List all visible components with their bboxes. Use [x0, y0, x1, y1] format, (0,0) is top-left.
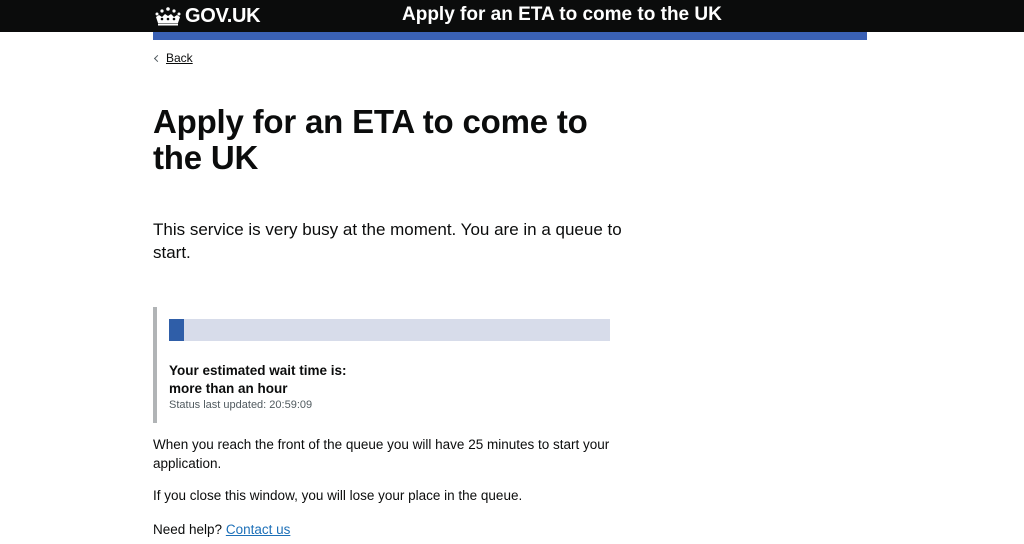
crown-icon — [155, 7, 181, 26]
site-header: GOV.UK Apply for an ETA to come to the U… — [0, 0, 1024, 32]
status-updated: Status last updated: 20:59:09 — [169, 398, 312, 412]
need-help-text: Need help? — [153, 522, 223, 537]
lead-paragraph: This service is very busy at the moment.… — [153, 220, 622, 262]
status-updated-time: 20:59:09 — [269, 399, 313, 411]
status-updated-prefix: Status last updated: — [169, 399, 270, 411]
logo-text: GOV.UK — [185, 4, 261, 27]
header-container: GOV.UK Apply for an ETA to come to the U… — [153, 0, 867, 32]
wait-time-label: Your estimated wait time is: — [169, 363, 347, 378]
close-window-paragraph: If you close this window, you will lose … — [153, 488, 523, 503]
queue-status-panel: Your estimated wait time is: more than a… — [153, 307, 613, 423]
queue-progress-bar — [169, 319, 610, 341]
back-link-label: Back — [166, 51, 193, 65]
chevron-left-icon — [153, 54, 162, 62]
wait-time-value: more than an hour — [169, 381, 288, 396]
queue-progress-fill — [169, 319, 184, 341]
queue-front-paragraph: When you reach the front of the queue yo… — [153, 437, 610, 471]
page-title: Apply for an ETA to come to the UK — [153, 103, 588, 176]
brand-bar — [153, 32, 867, 40]
back-link[interactable]: Back — [153, 51, 193, 65]
service-name-link[interactable]: Apply for an ETA to come to the UK — [402, 4, 722, 26]
contact-us-link[interactable]: Contact us — [226, 522, 291, 537]
need-help-paragraph: Need help? Contact us — [153, 520, 623, 539]
govuk-logo-link[interactable]: GOV.UK — [153, 4, 261, 28]
